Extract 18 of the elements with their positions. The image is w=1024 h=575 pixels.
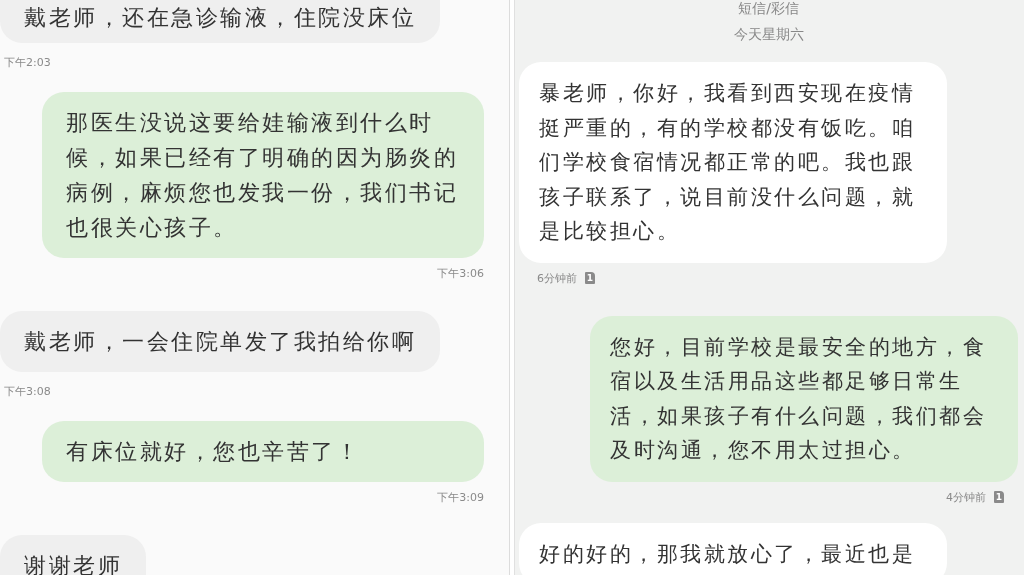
sim-badge: 1 xyxy=(585,272,595,284)
message-bubble: 好的好的，那我就放心了，最近也是 xyxy=(519,522,947,575)
message-time: 4分钟前 xyxy=(946,489,986,505)
message-category: 短信/彩信 xyxy=(738,0,799,18)
message-bubble: 暴老师，你好，我看到西安现在疫情挺严重的，有的学校都没有饭吃。咱们学校食宿情况都正常的吧。我也跟孩子联系了，说目前没什么问题，就是比较担心。 xyxy=(519,62,947,263)
message-time: 下午3:06 xyxy=(437,266,484,281)
date-label: 今天星期六 xyxy=(733,26,804,44)
sim-badge: 1 xyxy=(994,491,1004,503)
message-time: 6分钟前 xyxy=(537,270,577,286)
message-bubble: 您好，目前学校是最安全的地方，食宿以及生活用品这些都足够日常生活，如果孩子有什么问题，我们都会及时沟通，您不用太过担心。 xyxy=(590,315,1018,482)
message-bubble: 有床位就好，您也辛苦了！ xyxy=(42,421,484,482)
message-bubble: 戴老师，一会住院单发了我拍给你啊 xyxy=(0,311,440,372)
message-bubble: 那医生没说这要给娃输液到什么时候，如果已经有了明确的因为肠炎的病例，麻烦您也发我一份，我们书记也很关心孩子。 xyxy=(42,92,484,258)
message-time: 下午3:08 xyxy=(4,384,51,399)
message-time: 下午2:03 xyxy=(4,55,51,70)
message-time: 下午3:09 xyxy=(437,490,484,505)
message-bubble: 谢谢老师 xyxy=(0,535,146,575)
message-bubble: 戴老师，还在急诊输液，住院没床位 xyxy=(0,0,440,43)
